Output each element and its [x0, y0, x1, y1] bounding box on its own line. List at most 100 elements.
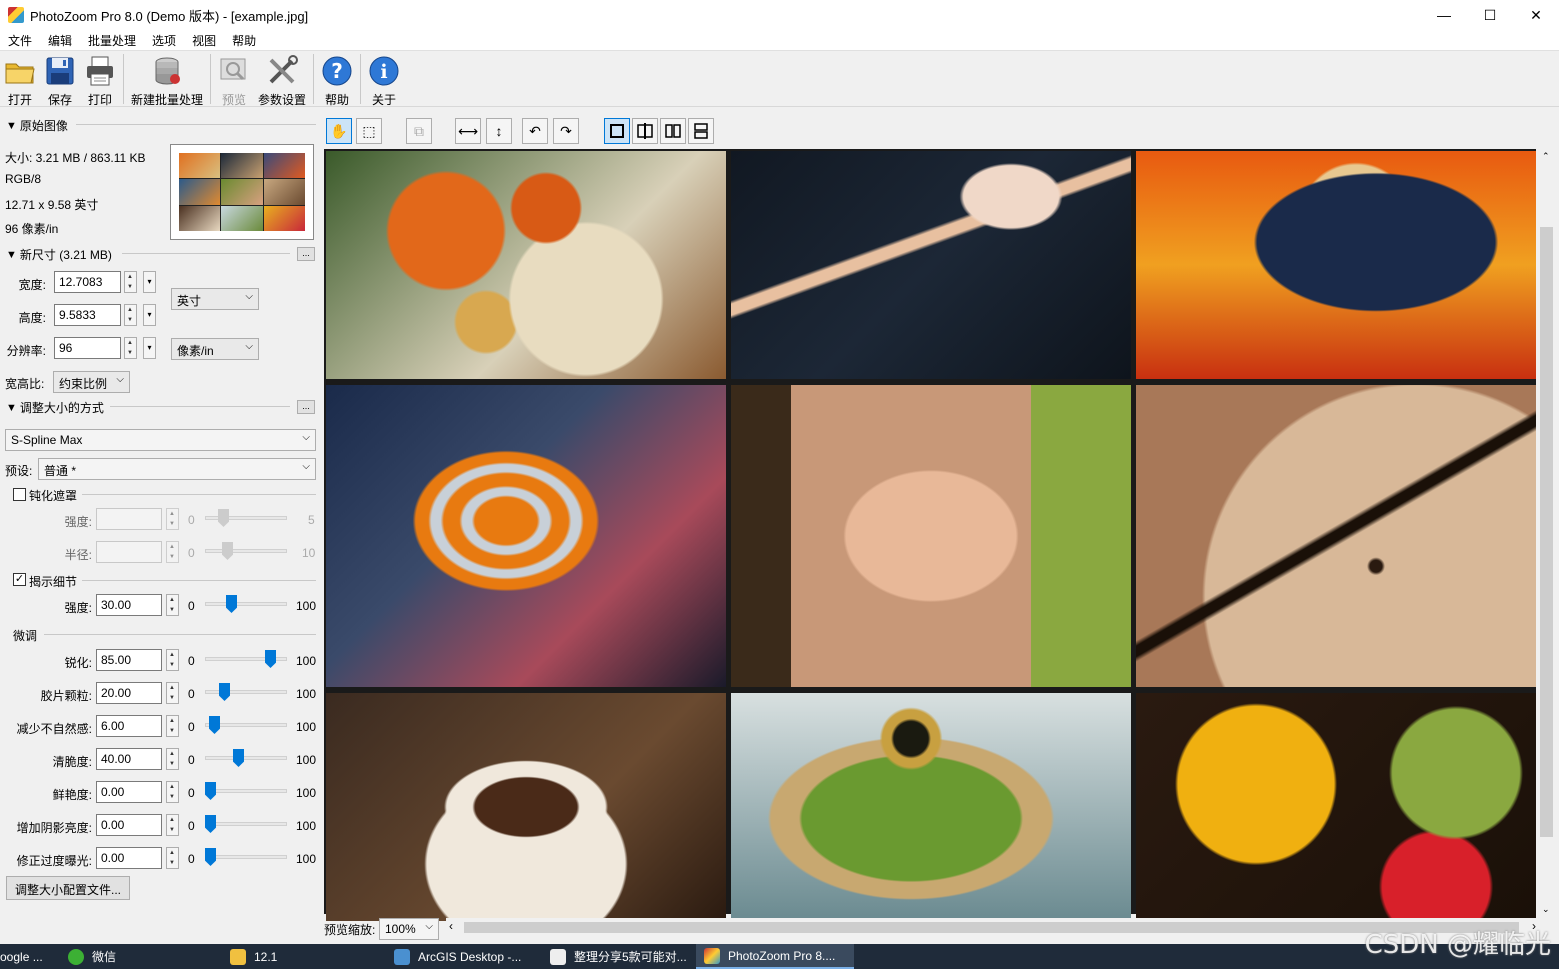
- maximize-button[interactable]: ☐: [1467, 0, 1513, 30]
- split-view-button[interactable]: [632, 118, 658, 144]
- taskbar-item-arcgis[interactable]: ArcGIS Desktop -...: [386, 944, 542, 969]
- stacked-view-button[interactable]: [688, 118, 714, 144]
- unsharp-radius-thumb[interactable]: [222, 542, 233, 560]
- fine-tune-slider-6[interactable]: [205, 855, 287, 859]
- new-size-more-button[interactable]: ...: [297, 247, 315, 261]
- close-button[interactable]: ✕: [1513, 0, 1559, 30]
- menu-options[interactable]: 选项: [144, 32, 184, 49]
- width-unit-toggle[interactable]: ▾: [143, 271, 156, 293]
- preview-button[interactable]: 预览: [214, 51, 254, 107]
- taskbar-item-chrome[interactable]: oogle ...: [0, 944, 60, 969]
- resolution-unit-toggle[interactable]: ▾: [143, 337, 156, 359]
- save-button[interactable]: 保存: [40, 51, 80, 107]
- preview-canvas[interactable]: [324, 149, 1536, 921]
- preset-select[interactable]: 普通 * ⌵: [38, 458, 316, 480]
- scroll-left-icon[interactable]: ‹: [449, 919, 453, 933]
- fine-tune-slider-4[interactable]: [205, 789, 287, 793]
- new-size-header[interactable]: ▼ 新尺寸 (3.21 MB): [6, 246, 112, 263]
- unsharp-radius-spinner[interactable]: [166, 541, 179, 563]
- detail-strength-spinner[interactable]: [166, 594, 179, 616]
- resize-more-button[interactable]: ...: [297, 400, 315, 414]
- fit-height-button[interactable]: ↕: [486, 118, 512, 144]
- minimize-button[interactable]: —: [1421, 0, 1467, 30]
- side-by-side-button[interactable]: [660, 118, 686, 144]
- unsharp-radius-slider[interactable]: [205, 549, 287, 553]
- menu-view[interactable]: 视图: [184, 32, 224, 49]
- fine-tune-thumb-4[interactable]: [205, 782, 216, 800]
- single-view-button[interactable]: [604, 118, 630, 144]
- horizontal-scroll-thumb[interactable]: [464, 922, 1519, 933]
- print-button[interactable]: 打印: [80, 51, 120, 107]
- fine-tune-field-0[interactable]: 85.00: [96, 649, 162, 671]
- unsharp-checkbox[interactable]: [13, 488, 26, 501]
- unsharp-strength-thumb[interactable]: [218, 509, 229, 527]
- size-unit-select[interactable]: 英寸 ⌵: [171, 288, 259, 310]
- height-unit-toggle[interactable]: ▾: [143, 304, 156, 326]
- vertical-scroll-thumb[interactable]: [1540, 227, 1553, 837]
- fine-tune-slider-3[interactable]: [205, 756, 287, 760]
- hand-tool-button[interactable]: ✋: [326, 118, 352, 144]
- taskbar-item-folder[interactable]: 12.1: [222, 944, 386, 969]
- about-button[interactable]: i 关于: [364, 51, 404, 107]
- settings-button[interactable]: 参数设置: [254, 51, 310, 107]
- unsharp-strength-slider[interactable]: [205, 516, 287, 520]
- fine-tune-spinner-6[interactable]: [166, 847, 179, 869]
- zoom-select[interactable]: 100% ⌵: [379, 918, 439, 940]
- menu-edit[interactable]: 编辑: [40, 32, 80, 49]
- resize-profile-button[interactable]: 调整大小配置文件...: [6, 876, 131, 900]
- fine-tune-spinner-4[interactable]: [166, 781, 179, 803]
- fine-tune-spinner-1[interactable]: [166, 682, 179, 704]
- menu-batch[interactable]: 批量处理: [80, 32, 144, 49]
- resize-method-header[interactable]: ▼ 调整大小的方式: [6, 399, 104, 416]
- resize-method-select[interactable]: S-Spline Max ⌵: [5, 429, 316, 451]
- rotate-right-button[interactable]: ↷: [553, 118, 579, 144]
- original-image-header[interactable]: ▼ 原始图像: [6, 117, 68, 134]
- original-thumbnail[interactable]: [170, 144, 314, 240]
- taskbar-item-wechat[interactable]: 微信: [60, 944, 222, 969]
- fine-tune-slider-5[interactable]: [205, 822, 287, 826]
- menu-help[interactable]: 帮助: [224, 32, 264, 49]
- scroll-up-icon[interactable]: ⌃: [1542, 151, 1550, 162]
- fine-tune-thumb-0[interactable]: [265, 650, 276, 668]
- fine-tune-field-4[interactable]: 0.00: [96, 781, 162, 803]
- fine-tune-field-6[interactable]: 0.00: [96, 847, 162, 869]
- fine-tune-field-1[interactable]: 20.00: [96, 682, 162, 704]
- height-field[interactable]: 9.5833: [54, 304, 121, 326]
- unsharp-strength-field[interactable]: [96, 508, 162, 530]
- width-field[interactable]: 12.7083: [54, 271, 121, 293]
- resolution-field[interactable]: 96: [54, 337, 121, 359]
- fine-tune-thumb-6[interactable]: [205, 848, 216, 866]
- crop-tool-button[interactable]: ⧉: [406, 118, 432, 144]
- fine-tune-spinner-3[interactable]: [166, 748, 179, 770]
- fine-tune-field-3[interactable]: 40.00: [96, 748, 162, 770]
- vertical-scrollbar[interactable]: ⌃ ⌄: [1538, 149, 1555, 917]
- resolution-unit-select[interactable]: 像素/in ⌵: [171, 338, 259, 360]
- fine-tune-field-5[interactable]: 0.00: [96, 814, 162, 836]
- detail-checkbox[interactable]: ✓: [13, 573, 26, 586]
- width-spinner[interactable]: [124, 271, 137, 293]
- fit-width-button[interactable]: ⟷: [455, 118, 481, 144]
- rotate-left-button[interactable]: ↶: [522, 118, 548, 144]
- height-spinner[interactable]: [124, 304, 137, 326]
- new-batch-button[interactable]: 新建批量处理: [127, 51, 207, 107]
- fine-tune-field-2[interactable]: 6.00: [96, 715, 162, 737]
- scroll-down-icon[interactable]: ⌄: [1542, 904, 1550, 915]
- select-tool-button[interactable]: ⬚: [356, 118, 382, 144]
- detail-strength-thumb[interactable]: [226, 595, 237, 613]
- taskbar-item-photozoom[interactable]: PhotoZoom Pro 8....: [696, 944, 854, 969]
- help-button[interactable]: ? 帮助: [317, 51, 357, 107]
- fine-tune-thumb-3[interactable]: [233, 749, 244, 767]
- menu-file[interactable]: 文件: [0, 32, 40, 49]
- detail-strength-slider[interactable]: [205, 602, 287, 606]
- fine-tune-thumb-2[interactable]: [209, 716, 220, 734]
- fine-tune-spinner-5[interactable]: [166, 814, 179, 836]
- fine-tune-spinner-0[interactable]: [166, 649, 179, 671]
- fine-tune-thumb-1[interactable]: [219, 683, 230, 701]
- fine-tune-slider-1[interactable]: [205, 690, 287, 694]
- fine-tune-spinner-2[interactable]: [166, 715, 179, 737]
- fine-tune-thumb-5[interactable]: [205, 815, 216, 833]
- unsharp-radius-field[interactable]: [96, 541, 162, 563]
- open-button[interactable]: 打开: [0, 51, 40, 107]
- detail-strength-field[interactable]: 30.00: [96, 594, 162, 616]
- aspect-select[interactable]: 约束比例 ⌵: [53, 371, 130, 393]
